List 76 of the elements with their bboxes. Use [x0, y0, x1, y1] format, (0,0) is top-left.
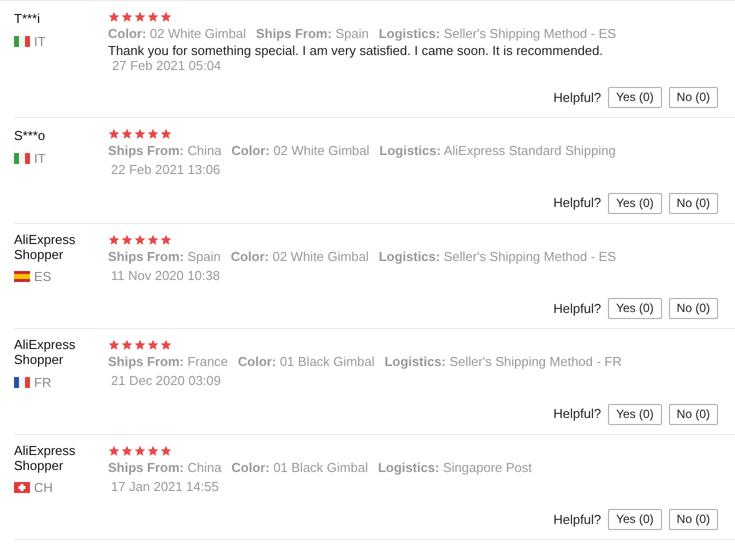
user-name: AliExpress Shopper	[14, 442, 76, 472]
review-date: 22 Feb 2021 13:06	[110, 162, 220, 178]
user-name: T***i	[14, 11, 42, 26]
yes-button[interactable]: Yes (0)	[608, 298, 662, 319]
star-icon	[160, 444, 172, 456]
flag-icon	[14, 271, 30, 282]
review-date: 11 Nov 2020 10:38	[110, 268, 220, 284]
attribute-text: Color: 01 Black Gimbal	[231, 460, 368, 474]
country-code: ES	[34, 268, 52, 286]
attribute-text: Logistics: Seller's Shipping Method - ES	[378, 248, 616, 264]
attribute-text: Color: 02 White Gimbal	[230, 248, 369, 264]
flag-icon	[14, 152, 30, 164]
star-icon	[108, 339, 120, 351]
country-code: CH	[34, 479, 53, 497]
star-icon	[147, 11, 159, 23]
helpful-label: Helpful?	[553, 194, 602, 212]
attribute-text: Color: 02 White Gimbal	[108, 26, 246, 41]
user-name: AliExpress Shopper	[14, 232, 76, 262]
no-button[interactable]: No (0)	[668, 192, 718, 214]
review-date: 27 Feb 2021 05:04	[111, 58, 222, 73]
user-name: AliExpress Shopper	[14, 337, 76, 367]
helpful-label: Helpful?	[553, 405, 602, 424]
attribute-text: Logistics: Singapore Post	[378, 460, 532, 474]
no-button[interactable]: No (0)	[668, 509, 718, 530]
attribute-text: Color: 01 Black Gimbal	[238, 354, 374, 369]
helpful-label: Helpful?	[553, 300, 602, 318]
star-icon	[160, 11, 172, 23]
attribute-text: Logistics: Seller's Shipping Method - ES	[378, 26, 616, 41]
star-icon	[108, 234, 120, 246]
country-code: FR	[34, 374, 52, 392]
star-icon	[134, 234, 146, 246]
review-text: Thank you for something special. I am very satisfied. I came soon. It is recommended.	[108, 43, 603, 58]
star-icon	[121, 234, 133, 246]
flag-icon	[14, 376, 30, 388]
star-icon	[121, 128, 133, 140]
no-button[interactable]: No (0)	[668, 298, 718, 319]
yes-button[interactable]: Yes (0)	[608, 192, 662, 214]
attribute-text: Ships From: Spain	[256, 26, 369, 41]
star-icon	[147, 128, 159, 140]
flag-icon	[14, 482, 30, 494]
yes-button[interactable]: Yes (0)	[608, 404, 662, 424]
no-button[interactable]: No (0)	[668, 404, 718, 424]
attribute-text: Ships From: China	[108, 143, 222, 158]
no-button[interactable]: No (0)	[668, 87, 718, 108]
star-icon	[121, 444, 133, 456]
star-icon	[147, 234, 159, 246]
star-icon	[108, 128, 120, 140]
attribute-text: Ships From: China	[108, 460, 222, 474]
helpful-label: Helpful?	[553, 510, 602, 529]
star-icon	[160, 128, 172, 140]
attribute-text: Color: 02 White Gimbal	[231, 143, 370, 158]
country-code: IT	[34, 32, 46, 50]
star-icon	[147, 444, 159, 456]
flag-icon	[14, 36, 30, 47]
star-icon	[134, 128, 146, 140]
helpful-label: Helpful?	[553, 88, 602, 107]
star-icon	[160, 234, 172, 246]
star-icon	[121, 339, 133, 351]
attribute-text: Ships From: Spain	[108, 248, 221, 264]
star-icon	[134, 11, 146, 23]
star-icon	[134, 444, 146, 456]
star-icon	[147, 339, 159, 351]
user-name: S***o	[14, 128, 46, 143]
star-icon	[160, 339, 172, 351]
review-date: 17 Jan 2021 14:55	[110, 478, 219, 494]
country-code: IT	[34, 150, 46, 168]
star-icon	[108, 11, 120, 23]
attribute-text: Logistics: AliExpress Standard Shipping	[379, 143, 616, 158]
star-icon	[108, 444, 120, 456]
attribute-text: Ships From: France	[108, 354, 228, 369]
yes-button[interactable]: Yes (0)	[608, 509, 662, 530]
star-icon	[121, 11, 133, 23]
star-icon	[134, 339, 146, 351]
yes-button[interactable]: Yes (0)	[608, 87, 662, 108]
attribute-text: Logistics: Seller's Shipping Method - FR	[384, 354, 622, 369]
review-date: 21 Dec 2020 03:09	[110, 373, 221, 389]
